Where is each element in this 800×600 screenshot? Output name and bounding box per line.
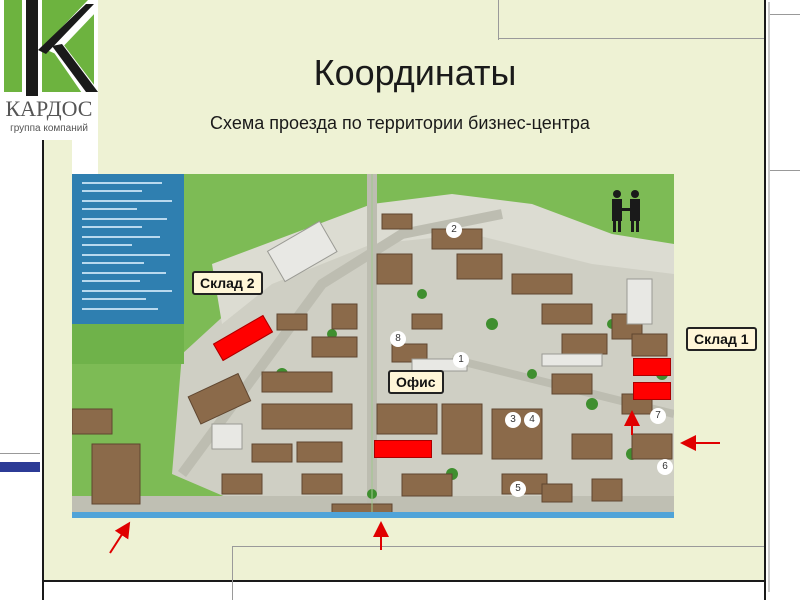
frame-line	[498, 38, 764, 39]
left-strip-accent	[0, 462, 40, 472]
legend-line	[82, 236, 160, 238]
background-panel-bottom	[44, 518, 764, 580]
left-strip	[0, 140, 40, 600]
frame-line	[232, 546, 233, 600]
company-logo: КАРДОС группа компаний	[0, 0, 98, 140]
legend-line	[82, 226, 142, 228]
slide-title: Координаты	[313, 52, 517, 93]
warehouse-1-marker	[633, 382, 671, 400]
left-strip-line	[0, 453, 40, 454]
legend-line	[82, 254, 170, 256]
legend-line	[82, 244, 132, 246]
logo-k-icon	[0, 0, 98, 96]
office-marker	[374, 440, 432, 458]
map-legend	[72, 174, 184, 324]
site-map: 1 2 3 4 5 6 7 8 Склад 2 Офис	[72, 174, 674, 518]
warehouse-1-label: Склад 1	[686, 327, 757, 351]
legend-line	[82, 272, 166, 274]
building-number-badge: 4	[524, 412, 540, 428]
warehouse-2-label: Склад 2	[192, 271, 263, 295]
legend-line	[82, 190, 142, 192]
legend-line	[82, 290, 172, 292]
building-number-badge: 7	[650, 408, 666, 424]
frame-line	[44, 580, 800, 582]
legend-line	[82, 262, 144, 264]
building-number-badge: 8	[390, 331, 406, 347]
building-number-badge: 1	[453, 352, 469, 368]
legend-line	[82, 218, 167, 220]
warehouse-1-marker	[633, 358, 671, 376]
building-number-badge: 5	[510, 481, 526, 497]
right-strip-block	[770, 0, 800, 15]
building-number-badge: 6	[657, 459, 673, 475]
frame-line	[42, 140, 44, 600]
slide-subtitle: Схема проезда по территории бизнес-центр…	[210, 113, 590, 133]
right-strip-accent	[768, 2, 770, 592]
legend-line	[82, 298, 146, 300]
frame-line	[232, 546, 764, 547]
office-label: Офис	[388, 370, 444, 394]
background-panel-left	[44, 140, 72, 580]
legend-line	[82, 208, 137, 210]
legend-line	[82, 280, 140, 282]
background-panel-right	[674, 174, 764, 544]
brand-subtitle: группа компаний	[10, 123, 88, 134]
legend-line	[82, 182, 162, 184]
building-number-badge: 2	[446, 222, 462, 238]
brand-name: КАРДОС	[5, 96, 93, 121]
building-number-badge: 3	[505, 412, 521, 428]
right-strip-block	[770, 170, 800, 591]
frame-line	[498, 0, 499, 40]
legend-line	[82, 308, 158, 310]
legend-line	[82, 200, 172, 202]
